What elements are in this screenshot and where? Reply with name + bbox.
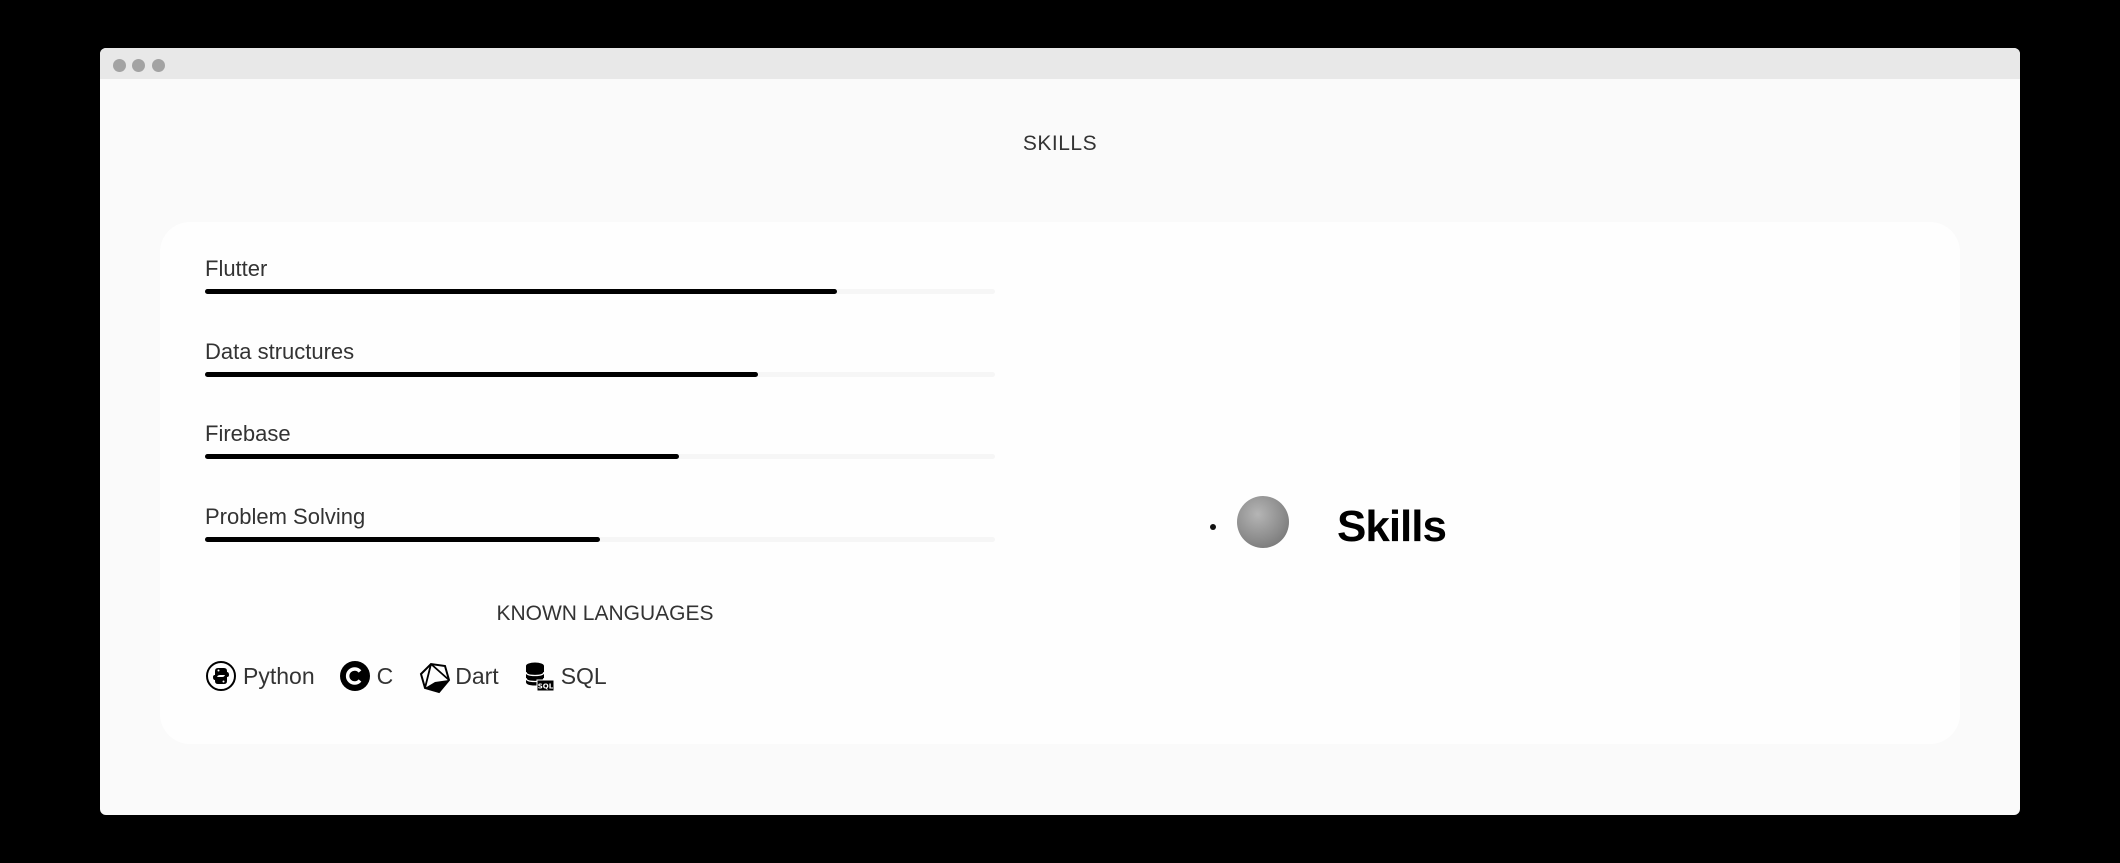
skill-progress-track bbox=[205, 372, 995, 377]
window-maximize-dot[interactable] bbox=[152, 59, 165, 72]
language-label: SQL bbox=[560, 662, 607, 689]
language-item-python: Python bbox=[205, 660, 315, 692]
skill-item-firebase: Firebase bbox=[205, 421, 995, 459]
skills-card: Flutter Data structures Firebase Problem… bbox=[160, 222, 1960, 744]
known-languages-title: KNOWN LANGUAGES bbox=[496, 602, 714, 625]
skill-progress-track bbox=[205, 454, 995, 459]
skill-progress-fill bbox=[205, 372, 758, 377]
python-icon bbox=[205, 660, 237, 692]
dart-icon bbox=[417, 660, 451, 694]
language-item-sql: SQL SQL bbox=[523, 660, 607, 692]
sql-database-icon: SQL bbox=[523, 660, 555, 692]
skill-item-data-structures: Data structures bbox=[205, 339, 995, 377]
window-close-dot[interactable] bbox=[113, 59, 126, 72]
skills-illustration: Skills bbox=[1210, 452, 1690, 572]
window-titlebar bbox=[100, 48, 2020, 79]
languages-list: Python C Dart SQL SQL bbox=[205, 660, 631, 694]
browser-window: SKILLS Flutter Data structures Firebase … bbox=[100, 48, 2020, 815]
skill-label: Firebase bbox=[205, 421, 291, 446]
language-label: Dart bbox=[455, 662, 499, 689]
language-label: C bbox=[376, 662, 394, 689]
c-language-icon bbox=[339, 660, 371, 692]
skill-label: Data structures bbox=[205, 339, 355, 364]
language-item-dart: Dart bbox=[417, 660, 499, 694]
skill-progress-track bbox=[205, 537, 995, 542]
skill-item-flutter: Flutter bbox=[205, 256, 995, 294]
skill-progress-track bbox=[205, 289, 995, 294]
language-label: Python bbox=[243, 662, 315, 689]
skill-label: Problem Solving bbox=[205, 504, 366, 529]
skills-heading: Skills bbox=[1337, 502, 1447, 551]
skill-item-problem-solving: Problem Solving bbox=[205, 504, 995, 542]
skill-label: Flutter bbox=[205, 256, 268, 281]
skill-progress-fill bbox=[205, 454, 679, 459]
section-title: SKILLS bbox=[1022, 132, 1098, 155]
language-item-c: C bbox=[339, 660, 394, 692]
decorative-dot bbox=[1210, 524, 1216, 530]
decorative-sphere bbox=[1237, 496, 1289, 548]
window-minimize-dot[interactable] bbox=[132, 59, 145, 72]
skill-progress-fill bbox=[205, 537, 600, 542]
skill-progress-fill bbox=[205, 289, 837, 294]
svg-text:SQL: SQL bbox=[537, 683, 553, 691]
